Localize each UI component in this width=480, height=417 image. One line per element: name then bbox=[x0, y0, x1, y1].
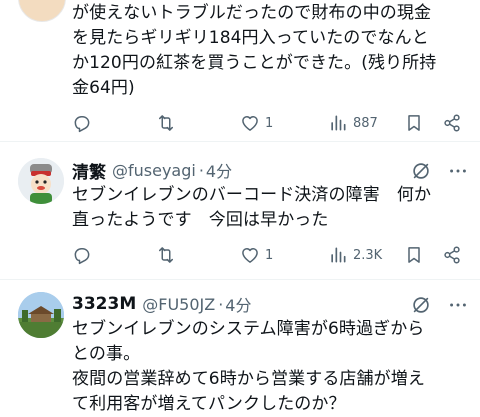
separator: · bbox=[198, 160, 204, 180]
retweet-icon bbox=[159, 247, 173, 263]
display-name[interactable]: 3323M bbox=[72, 294, 136, 314]
share-button[interactable] bbox=[442, 111, 462, 135]
views-button[interactable]: 887 bbox=[328, 111, 378, 135]
tweet-header: 清繁 @fuseyagi · 4分 bbox=[72, 158, 232, 183]
like-icon bbox=[242, 116, 258, 131]
retweet-button[interactable] bbox=[156, 243, 176, 267]
like-button[interactable]: 1 bbox=[240, 243, 273, 267]
views-count: 2.3K bbox=[353, 247, 383, 263]
share-icon bbox=[444, 246, 460, 264]
bookmark-icon bbox=[408, 115, 420, 131]
views-button[interactable]: 2.3K bbox=[328, 243, 382, 267]
grok-icon[interactable] bbox=[410, 294, 432, 316]
reply-button[interactable] bbox=[72, 243, 92, 267]
tweet-actions: 1 2.3K bbox=[72, 243, 472, 267]
avatar[interactable] bbox=[18, 0, 66, 22]
views-count: 887 bbox=[353, 115, 378, 131]
tweet-3[interactable]: 3323M @FU50JZ · 4分 セブンイレブンのシステム障害が6時過ぎから… bbox=[0, 292, 480, 414]
avatar-image bbox=[18, 158, 64, 204]
tweet-actions: 1 887 bbox=[72, 111, 472, 135]
like-button[interactable]: 1 bbox=[240, 111, 273, 135]
share-icon bbox=[444, 114, 460, 132]
bookmark-button[interactable] bbox=[404, 243, 424, 267]
display-name[interactable]: 清繁 bbox=[72, 158, 106, 183]
tweet-2[interactable]: 清繁 @fuseyagi · 4分 セブンイレブンのバーコード決済の障害 何か … bbox=[0, 158, 480, 278]
avatar[interactable] bbox=[18, 158, 64, 204]
share-button[interactable] bbox=[442, 243, 462, 267]
timestamp[interactable]: 4分 bbox=[206, 158, 232, 182]
handle[interactable]: @FU50JZ bbox=[142, 295, 215, 314]
tweet-header: 3323M @FU50JZ · 4分 bbox=[72, 292, 251, 316]
avatar-image bbox=[18, 292, 64, 338]
like-count: 1 bbox=[265, 115, 274, 131]
reply-icon bbox=[74, 116, 90, 133]
reply-button[interactable] bbox=[72, 111, 92, 135]
divider bbox=[0, 141, 480, 142]
more-icon[interactable] bbox=[447, 294, 469, 316]
tweet-text: セブンイレブンのバーコード決済の障害 何か 直ったようです 今回は早かった bbox=[72, 185, 432, 230]
tweet-text: セブンイレブンのシステム障害が6時過ぎから との事。 夜間の営業辞めて6時から営… bbox=[72, 319, 425, 414]
more-icon[interactable] bbox=[447, 160, 469, 182]
divider bbox=[0, 279, 480, 280]
retweet-button[interactable] bbox=[156, 111, 176, 135]
avatar[interactable] bbox=[18, 292, 64, 338]
like-icon bbox=[242, 248, 258, 263]
tweet-1[interactable]: が使えないトラブルだったので財布の中の現金 を見たらギリギリ184円入っていたの… bbox=[0, 0, 480, 141]
like-count: 1 bbox=[265, 247, 274, 263]
views-icon bbox=[331, 115, 346, 131]
grok-icon[interactable] bbox=[410, 160, 432, 182]
separator: · bbox=[218, 294, 224, 314]
bookmark-icon bbox=[408, 247, 420, 263]
timestamp[interactable]: 4分 bbox=[225, 292, 251, 316]
retweet-icon bbox=[159, 115, 173, 131]
views-icon bbox=[331, 247, 346, 263]
tweet-text: が使えないトラブルだったので財布の中の現金 を見たらギリギリ184円入っていたの… bbox=[72, 3, 437, 98]
bookmark-button[interactable] bbox=[404, 111, 424, 135]
reply-icon bbox=[74, 248, 90, 265]
handle[interactable]: @fuseyagi bbox=[112, 161, 196, 180]
